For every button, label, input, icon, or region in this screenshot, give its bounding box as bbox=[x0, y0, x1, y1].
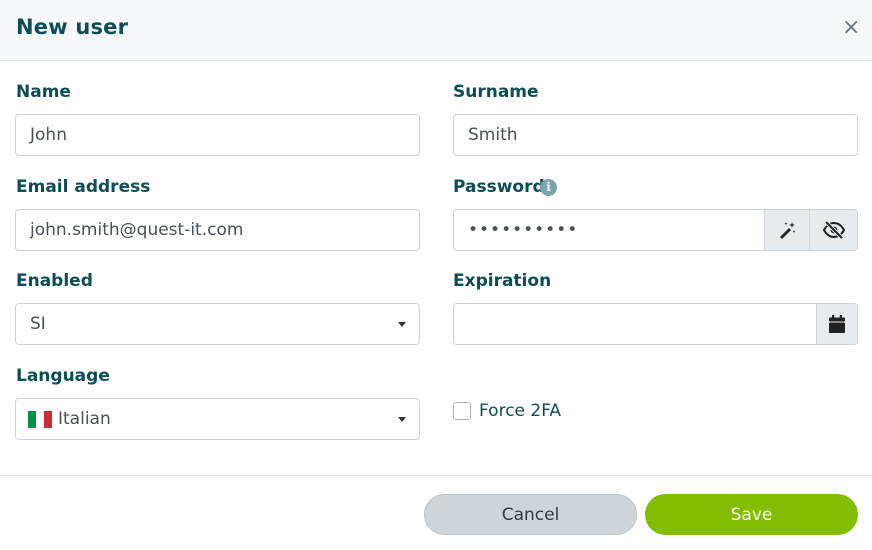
flag-stripe-green bbox=[28, 410, 36, 428]
italy-flag-icon bbox=[28, 410, 52, 428]
info-icon[interactable]: i bbox=[540, 179, 557, 196]
caret-down-icon bbox=[398, 322, 406, 327]
name-label: Name bbox=[16, 82, 71, 102]
expiration-label: Expiration bbox=[453, 271, 552, 291]
language-label: Language bbox=[16, 366, 110, 386]
email-input[interactable]: john.smith@quest-it.com bbox=[15, 209, 420, 251]
name-input[interactable]: John bbox=[15, 114, 420, 156]
generate-password-button[interactable] bbox=[764, 209, 810, 251]
new-user-dialog: New user × Name John Surname Smith Email… bbox=[0, 0, 872, 550]
expiration-input[interactable] bbox=[453, 303, 817, 345]
toggle-password-visibility-button[interactable] bbox=[809, 209, 858, 251]
magic-wand-icon bbox=[780, 222, 796, 239]
language-select[interactable]: Italian bbox=[15, 398, 420, 440]
password-label: Password bbox=[453, 177, 545, 197]
enabled-label: Enabled bbox=[16, 271, 93, 291]
dialog-title: New user bbox=[16, 15, 129, 39]
flag-stripe-red bbox=[44, 410, 52, 428]
surname-input[interactable]: Smith bbox=[453, 114, 858, 156]
close-icon[interactable]: × bbox=[842, 16, 860, 40]
email-label: Email address bbox=[16, 177, 151, 197]
language-select-value: Italian bbox=[58, 409, 111, 429]
eye-slash-icon bbox=[822, 220, 845, 240]
surname-label: Surname bbox=[453, 82, 539, 102]
enabled-select-value: SI bbox=[30, 314, 46, 334]
calendar-button[interactable] bbox=[816, 303, 858, 345]
force-2fa-label[interactable]: Force 2FA bbox=[479, 401, 561, 421]
footer-divider bbox=[0, 475, 872, 476]
force-2fa-checkbox[interactable] bbox=[453, 402, 471, 420]
calendar-icon bbox=[829, 315, 845, 333]
save-button[interactable]: Save bbox=[645, 494, 858, 535]
flag-stripe-white bbox=[36, 410, 44, 428]
cancel-button[interactable]: Cancel bbox=[424, 494, 637, 535]
caret-down-icon bbox=[398, 417, 406, 422]
dialog-header: New user × bbox=[0, 0, 872, 61]
password-input[interactable]: •••••••••• bbox=[453, 209, 765, 251]
enabled-select[interactable]: SI bbox=[15, 303, 420, 345]
